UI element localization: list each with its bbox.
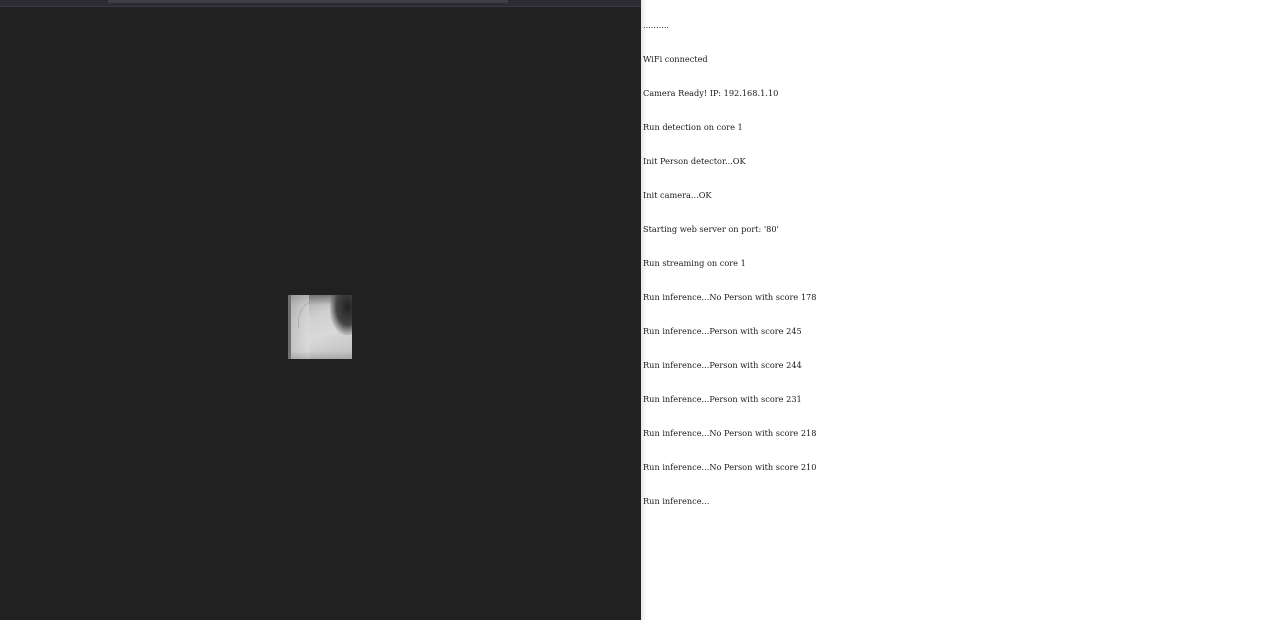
log-line: Run inference...Person with score 245 <box>643 325 802 336</box>
browser-top-bar <box>0 0 641 7</box>
log-line: Run inference... <box>643 496 710 507</box>
log-line: .......... <box>643 19 670 30</box>
log-line: Run inference...Person with score 244 <box>643 360 802 370</box>
log-line: WiFi connected <box>643 53 708 64</box>
log-line: Init Person detector...OK <box>643 155 746 166</box>
image-bottom-shade <box>288 351 352 359</box>
log-line: Init camera...OK <box>643 189 712 200</box>
horizontal-scrollbar[interactable] <box>108 0 508 3</box>
image-dark-corner <box>330 295 352 335</box>
camera-stream-panel <box>0 0 641 620</box>
log-line: Run detection on core 1 <box>643 121 743 132</box>
camera-stream-image <box>288 295 352 359</box>
log-line: Run inference...Person with score 231 <box>643 394 802 405</box>
serial-monitor-panel: .......... WiFi connected Camera Ready! … <box>641 0 1276 620</box>
log-line: Run inference...No Person with score 218 <box>643 428 817 439</box>
log-line: Run inference...No Person with score 210 <box>643 462 817 473</box>
log-line: Starting web server on port: '80' <box>643 223 779 234</box>
page: .......... WiFi connected Camera Ready! … <box>0 0 1276 620</box>
log-line: Camera Ready! IP: 192.168.1.10 <box>643 87 779 98</box>
log-line: Run streaming on core 1 <box>643 257 746 268</box>
log-line: Run inference...No Person with score 178 <box>643 291 817 302</box>
serial-output-log: .......... WiFi connected Camera Ready! … <box>643 0 816 530</box>
